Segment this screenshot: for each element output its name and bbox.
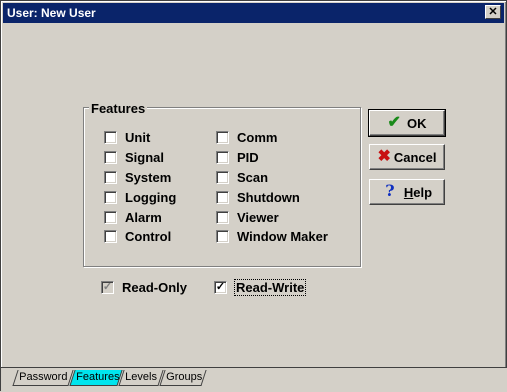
checkbox-label: Logging [125, 189, 177, 205]
title-bar[interactable]: User: New User ✕ [3, 3, 504, 23]
checkbox-label: Control [125, 228, 172, 244]
checkbox-box[interactable] [104, 210, 117, 224]
checkbox-label: Window Maker [237, 228, 328, 244]
checkbox-box[interactable] [216, 150, 229, 164]
checkbox-label: System [125, 169, 172, 185]
close-button[interactable]: ✕ [485, 5, 501, 19]
tab-label: Levels [125, 371, 157, 383]
checkbox-label: Unit [125, 129, 151, 145]
tab-groups[interactable]: Groups [159, 370, 207, 386]
tab-label: Password [19, 371, 68, 383]
ok-button[interactable]: ✔ OK [368, 109, 446, 137]
checkbox-box[interactable] [216, 210, 229, 224]
checkbox-shutdown[interactable]: Shutdown [216, 189, 300, 205]
window-title: User: New User [7, 6, 96, 20]
checkbox-box[interactable] [104, 150, 117, 164]
read-write-label: Read-Write [233, 278, 307, 296]
user-dialog-window: User: New User ✕ Features Unit Signal Sy… [0, 0, 507, 392]
checkbox-logging[interactable]: Logging [104, 189, 176, 205]
checkbox-comm[interactable]: Comm [216, 129, 277, 145]
checkbox-label: Scan [237, 169, 269, 185]
question-icon: ? [385, 181, 395, 200]
checkbox-unit[interactable]: Unit [104, 129, 150, 145]
checkbox-box: ✓ [101, 280, 114, 294]
checkbox-box[interactable] [104, 130, 117, 144]
help-button[interactable]: ? Help [369, 179, 445, 205]
checkbox-label: Signal [125, 149, 165, 165]
checkbox-box[interactable] [216, 170, 229, 184]
checkbox-alarm[interactable]: Alarm [104, 209, 162, 225]
tab-password[interactable]: Password [12, 370, 74, 386]
checkbox-pid[interactable]: PID [216, 149, 259, 165]
ok-button-label: OK [406, 115, 427, 131]
read-only-label: Read-Only [122, 279, 188, 295]
checkbox-box[interactable]: ✓ [214, 280, 227, 294]
checkbox-box[interactable] [216, 190, 229, 204]
tab-label: Groups [166, 371, 203, 383]
checkbox-control[interactable]: Control [104, 228, 171, 244]
tab-levels[interactable]: Levels [118, 370, 164, 386]
checkbox-box[interactable] [216, 130, 229, 144]
features-legend: Features [89, 101, 148, 116]
checkbox-box[interactable] [104, 229, 117, 243]
tab-features[interactable]: Features [69, 370, 123, 386]
help-accelerator: H [403, 184, 414, 200]
checkbox-viewer[interactable]: Viewer [216, 209, 279, 225]
checkbox-scan[interactable]: Scan [216, 169, 268, 185]
checkbox-window-maker[interactable]: Window Maker [216, 228, 328, 244]
checkbox-label: Alarm [125, 209, 162, 225]
x-icon: ✖ [377, 148, 391, 165]
checkbox-label: Comm [237, 129, 278, 145]
checkbox-signal[interactable]: Signal [104, 149, 164, 165]
help-button-label: Help [404, 185, 432, 200]
checkbox-box[interactable] [216, 229, 229, 243]
help-label-rest: elp [413, 184, 433, 200]
checkbox-system[interactable]: System [104, 169, 171, 185]
checkbox-label: Viewer [237, 209, 279, 225]
checkbox-read-only: ✓ Read-Only [101, 279, 187, 295]
checkbox-box[interactable] [104, 190, 117, 204]
tab-strip: Password Features Levels Groups [1, 367, 507, 392]
checkbox-label: Shutdown [237, 189, 300, 205]
checkmark-icon: ✔ [387, 114, 401, 131]
cancel-button-label: Cancel [393, 149, 437, 165]
checkbox-label: PID [237, 149, 259, 165]
close-icon: ✕ [488, 6, 498, 18]
checkbox-read-write[interactable]: ✓ Read-Write [214, 278, 307, 296]
cancel-button[interactable]: ✖ Cancel [369, 144, 445, 170]
tab-label: Features [76, 371, 120, 383]
checkbox-box[interactable] [104, 170, 117, 184]
